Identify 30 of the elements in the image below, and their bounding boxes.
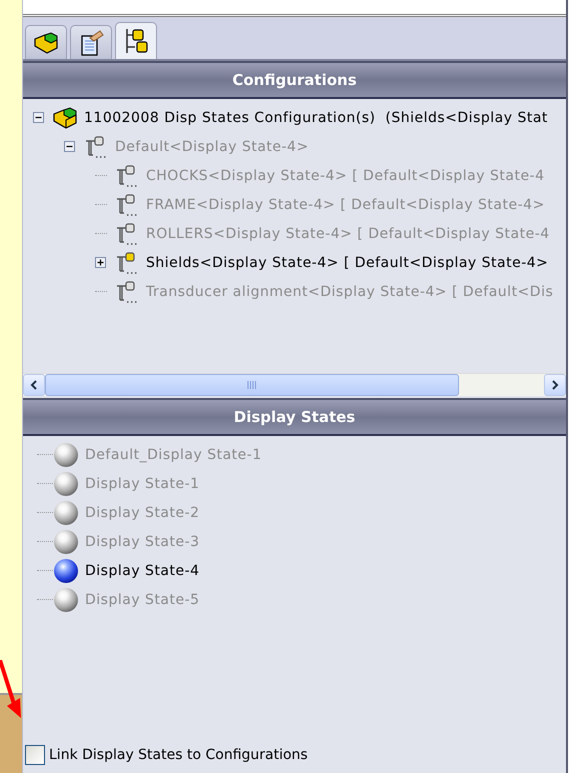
tree-item-label[interactable]: FRAME<Display State-4> [ Default<Display State-4> bbox=[146, 196, 545, 212]
display-state-label[interactable]: Display State-1 bbox=[85, 476, 200, 492]
assembly-icon bbox=[52, 106, 78, 130]
tree-item-label[interactable]: Transducer alignment<Display State-4> [ Default<Dis bbox=[146, 284, 554, 300]
panel-tab[interactable] bbox=[115, 22, 157, 59]
left-chevron-icon bbox=[30, 380, 38, 390]
panel-tab[interactable] bbox=[70, 25, 112, 59]
collapse-toggle[interactable] bbox=[33, 112, 44, 123]
display-state-label[interactable]: Display State-5 bbox=[85, 592, 200, 608]
scroll-left-button[interactable] bbox=[23, 374, 45, 396]
display-state-label[interactable]: Default_Display State-1 bbox=[85, 446, 262, 462]
expand-toggle[interactable] bbox=[95, 257, 106, 268]
display-state-label[interactable]: Display State-4 bbox=[85, 562, 200, 578]
tree-item-label[interactable]: Default<Display State-4> bbox=[115, 138, 309, 154]
tree-item-label[interactable]: Shields<Display State-4> [ Default<Display State-4> bbox=[146, 254, 548, 270]
panel-header: Configurations bbox=[23, 61, 566, 99]
panel-header: Display States bbox=[23, 398, 566, 436]
tree-item-label[interactable]: 11002008 Disp States Configuration(s) (Shields<Display Stat bbox=[84, 110, 548, 126]
display-state-label[interactable]: Display State-3 bbox=[85, 534, 200, 550]
tree-item-label[interactable]: ROLLERS<Display State-4> [ Default<Display State-4 bbox=[146, 226, 550, 242]
checkbox[interactable] bbox=[25, 745, 45, 765]
box-icon bbox=[33, 30, 59, 54]
scroll-right-button[interactable] bbox=[544, 374, 566, 396]
checkbox-label[interactable]: Link Display States to Configurations bbox=[49, 747, 308, 763]
panel-tab[interactable] bbox=[25, 25, 67, 59]
configuration-tree-icon bbox=[123, 27, 149, 55]
display-state-label[interactable]: Display State-2 bbox=[85, 504, 200, 520]
collapse-toggle[interactable] bbox=[64, 141, 75, 152]
tree-item-label[interactable]: CHOCKS<Display State-4> [ Default<Display State-4 bbox=[146, 168, 545, 184]
right-chevron-icon bbox=[551, 380, 559, 390]
